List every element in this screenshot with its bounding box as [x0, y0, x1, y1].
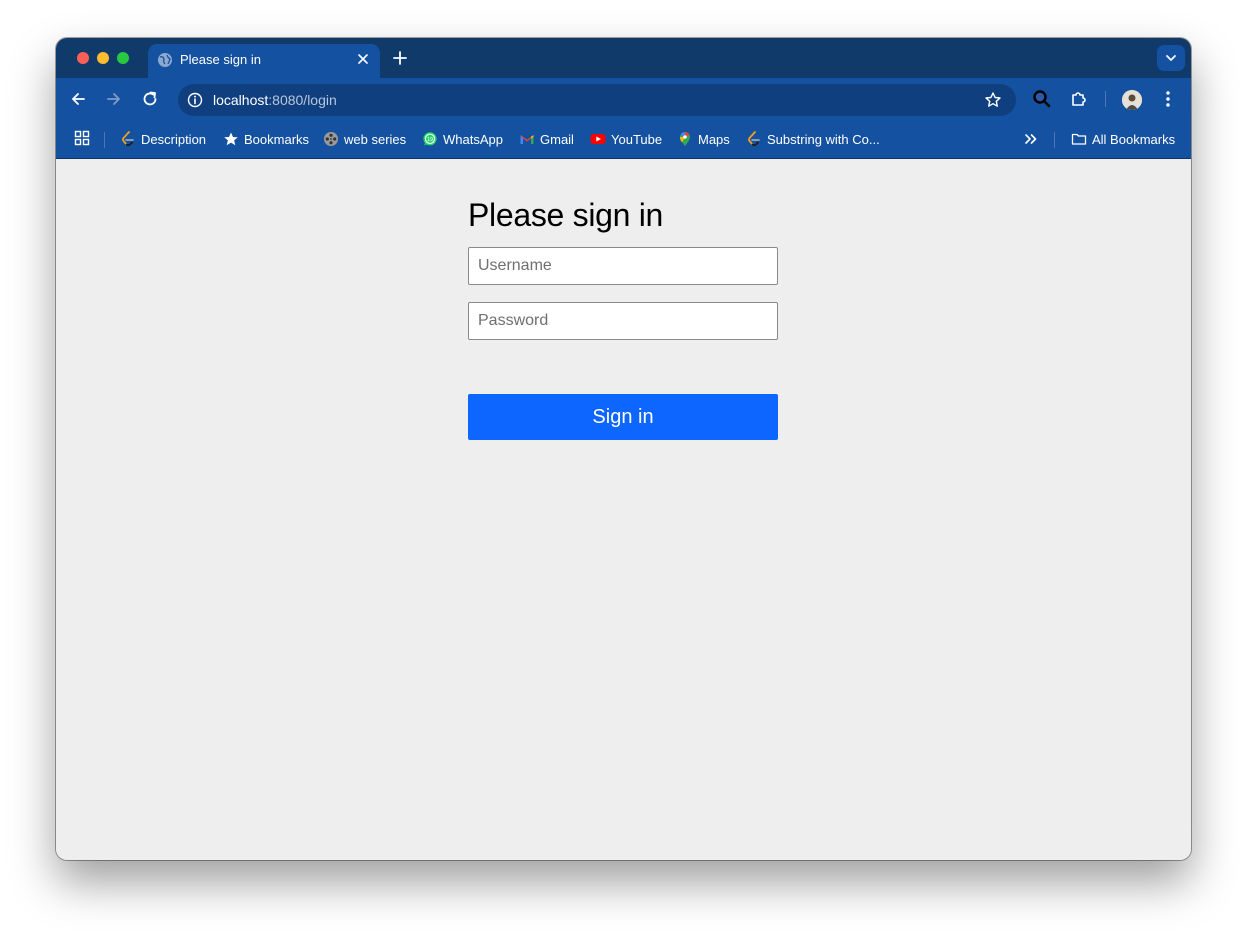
- tab-title: Please sign in: [180, 52, 261, 67]
- chevron-down-icon: [1166, 55, 1176, 61]
- bookmarks-bar: Description Bookmarks web series 19 What…: [56, 120, 1191, 159]
- reload-icon[interactable]: [140, 89, 160, 109]
- username-input[interactable]: [468, 247, 778, 285]
- bookmark-label: YouTube: [611, 131, 663, 147]
- bookmark-label: Description: [141, 131, 207, 147]
- tab-search-button[interactable]: [1157, 45, 1185, 71]
- leetcode-icon: [748, 131, 760, 147]
- maximize-window-button[interactable]: [117, 52, 129, 64]
- url-path: :8080/login: [268, 92, 337, 108]
- minimize-window-button[interactable]: [97, 52, 109, 64]
- youtube-icon: [590, 134, 606, 144]
- all-bookmarks-label: All Bookmarks: [1092, 131, 1176, 147]
- bookmark-gmail[interactable]: Gmail: [519, 130, 574, 148]
- toolbar-separator: [1105, 91, 1106, 107]
- bookmark-label: Bookmarks: [244, 131, 310, 147]
- url-text[interactable]: localhost:8080/login: [213, 92, 337, 108]
- bookmark-bookmarks[interactable]: Bookmarks: [223, 130, 309, 148]
- maps-icon: [680, 131, 690, 146]
- forward-arrow-icon[interactable]: [104, 89, 124, 109]
- profile-picture-icon: [1122, 90, 1142, 110]
- more-menu-icon[interactable]: [1158, 89, 1178, 109]
- bookmark-star-icon[interactable]: [984, 91, 1002, 109]
- leetcode-icon: [122, 131, 134, 147]
- bookmark-label: Gmail: [540, 131, 574, 147]
- page-title: Please sign in: [468, 197, 664, 233]
- gmail-icon: [520, 135, 534, 144]
- whatsapp-icon: 19: [423, 132, 437, 146]
- url-host: localhost: [213, 92, 269, 108]
- tab-active[interactable]: Please sign in: [148, 44, 380, 78]
- info-icon[interactable]: [186, 91, 204, 109]
- password-input[interactable]: [468, 302, 778, 340]
- extensions-puzzle-icon[interactable]: [1069, 89, 1089, 109]
- globe-icon: [158, 53, 172, 67]
- bookmark-whatsapp[interactable]: 19 WhatsApp: [422, 130, 503, 148]
- all-bookmarks-button[interactable]: All Bookmarks: [1071, 130, 1175, 148]
- bookmark-maps[interactable]: Maps: [677, 130, 730, 148]
- page-content: Please sign in Sign in: [56, 159, 1191, 860]
- profile-avatar[interactable]: [1122, 90, 1142, 110]
- folder-icon: [1071, 133, 1087, 145]
- address-bar[interactable]: localhost:8080/login: [178, 84, 1016, 116]
- bookmark-description[interactable]: Description: [120, 130, 206, 148]
- bookmark-youtube[interactable]: YouTube: [590, 130, 662, 148]
- star-icon: [224, 132, 238, 146]
- bookmark-label: Maps: [698, 131, 730, 147]
- svg-text:19: 19: [427, 137, 433, 143]
- back-arrow-icon[interactable]: [68, 89, 88, 109]
- bookmarks-separator: [1054, 132, 1055, 148]
- browser-toolbar: localhost:8080/login: [56, 78, 1191, 120]
- search-lens-icon[interactable]: [1032, 89, 1052, 109]
- browser-window: Please sign in localhost:8080/login Desc…: [56, 38, 1191, 860]
- tab-strip: Please sign in: [56, 38, 1191, 78]
- close-tab-icon[interactable]: [354, 50, 372, 68]
- film-reel-icon: [324, 132, 338, 146]
- sign-in-button[interactable]: Sign in: [468, 394, 778, 440]
- bookmark-label: WhatsApp: [443, 131, 503, 147]
- double-chevron-right-icon[interactable]: [1023, 131, 1039, 147]
- bookmark-label: Substring with Co...: [767, 131, 880, 147]
- close-window-button[interactable]: [77, 52, 89, 64]
- new-tab-icon[interactable]: [390, 48, 410, 68]
- bookmark-web-series[interactable]: web series: [323, 130, 406, 148]
- apps-grid-icon[interactable]: [74, 130, 90, 146]
- bookmark-substring[interactable]: Substring with Co...: [746, 130, 880, 148]
- bookmarks-separator: [104, 132, 105, 148]
- bookmark-label: web series: [344, 131, 407, 147]
